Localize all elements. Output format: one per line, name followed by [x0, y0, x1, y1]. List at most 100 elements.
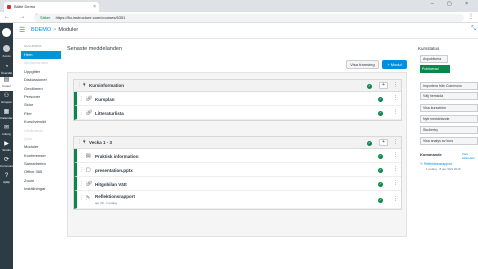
module-item-title[interactable]: Reflektionsrapport: [95, 194, 135, 199]
item-menu-icon[interactable]: ⋮: [393, 109, 398, 115]
global-nav-studio[interactable]: ▶ Studio: [0, 141, 13, 152]
add-item-button[interactable]: +: [379, 82, 388, 89]
browser-menu-icon[interactable]: ⋮: [468, 13, 474, 20]
course-nav-item-diskussioner[interactable]: Diskussioner: [21, 76, 61, 84]
course-nav-item-kursoversikt[interactable]: Kursöversikt: [21, 118, 61, 126]
book-icon: ▤: [3, 77, 10, 83]
upcoming-item[interactable]: ✎Reflektionsrapport: [420, 162, 452, 166]
avatar[interactable]: [3, 45, 10, 52]
published-icon[interactable]: ✓: [378, 110, 383, 116]
published-icon[interactable]: ✓: [367, 83, 372, 89]
course-nav-item-omdomen[interactable]: Omdömen: [21, 85, 61, 93]
module-item[interactable]: ⋮⋮ ✎ Reflektionsrapport apr 30 · 1 poäng…: [74, 191, 401, 209]
course-nav-item-sidor[interactable]: Sidor: [21, 101, 61, 109]
canvas-logo-icon[interactable]: [2, 28, 11, 37]
course-nav-item-office365[interactable]: Office 365: [21, 168, 61, 176]
module-item-title[interactable]: Praktisk information: [95, 154, 139, 159]
upcoming-item-title[interactable]: Reflektionsrapport: [424, 162, 452, 166]
course-nav-item-personer[interactable]: Personer: [21, 93, 61, 101]
add-item-button[interactable]: +: [379, 139, 388, 146]
course-stream-button[interactable]: Visa kursström: [420, 104, 478, 112]
global-nav-label: Studio: [2, 148, 11, 152]
module-item[interactable]: ⋮⋮ 🔗︎ Hitgobilan Vätt ✓ ⋮: [74, 177, 401, 191]
breadcrumb-course[interactable]: BDEMO: [31, 27, 51, 33]
global-nav-hjalp[interactable]: ? Hjälp: [0, 173, 13, 184]
course-nav-item-samarbeten[interactable]: Samarbeten: [21, 160, 61, 168]
module-item-meta: apr 30 · 1 poäng: [95, 201, 118, 205]
module-header[interactable]: ⋮⋮ ▾ Kursinformation ✓ + ⋮: [74, 80, 401, 92]
calendar-link[interactable]: Visa kalendern: [462, 152, 478, 160]
module-item[interactable]: ⋮⋮ 🔗︎ Kursplan ✓ ⋮: [74, 92, 401, 106]
global-nav-kurser[interactable]: ▤ Kurser: [0, 77, 13, 91]
link-icon: 🔗︎: [86, 110, 93, 116]
browser-tab[interactable]: Bätte Demo ×: [4, 2, 99, 12]
course-analytics-button[interactable]: Visa analys av kurs: [420, 137, 478, 145]
course-nav-term: HUVUDSIDA: [24, 44, 42, 48]
global-nav-grupper[interactable]: ⚇ Grupper: [0, 93, 13, 104]
global-nav-label: Översikt: [0, 71, 12, 75]
course-nav-item-utvarderat[interactable]: Utvärderat: [21, 127, 61, 135]
view-progress-button[interactable]: Visa framsteg: [346, 60, 379, 69]
choose-homepage-button[interactable]: Välj hemsida: [420, 92, 478, 100]
global-nav-label: Kalender: [0, 116, 13, 120]
item-menu-icon[interactable]: ⋮: [393, 95, 398, 101]
published-icon[interactable]: ✓: [378, 197, 383, 203]
course-nav-item-quiz[interactable]: Quiz: [21, 135, 61, 143]
module-item-title[interactable]: Hitgobilan Vätt: [95, 182, 127, 187]
global-nav-oversikt[interactable]: ◔ Översikt: [0, 64, 13, 75]
new-announcement-button[interactable]: Nytt meddelande: [420, 115, 478, 123]
global-nav-kalender[interactable]: ▦ Kalender: [0, 109, 13, 120]
published-icon[interactable]: ✓: [367, 140, 372, 146]
window-controls[interactable]: – ▢ ×: [431, 1, 474, 7]
page-header: ☰ BDEMO > Moduler ⤡: [13, 23, 478, 39]
add-module-button[interactable]: + Modul: [382, 60, 407, 69]
unpublish-button[interactable]: Avpublicera: [420, 55, 448, 63]
course-nav-item-konferenser[interactable]: Konferenser: [21, 152, 61, 160]
address-bar: ← → ↻ Säker https://ltu.instructure.com/…: [0, 12, 478, 23]
course-nav-item-zoom[interactable]: Zoom: [21, 177, 61, 185]
course-nav-item-installningar[interactable]: Inställningar: [21, 185, 61, 193]
tab-favicon-icon: [7, 5, 11, 9]
published-icon[interactable]: ✓: [378, 181, 383, 187]
module-item-title[interactable]: Kursplan: [95, 97, 115, 102]
module-name: Kursinformation: [89, 83, 125, 88]
course-nav-item-filer[interactable]: Filer: [21, 110, 61, 118]
global-nav-konto[interactable]: Konto: [0, 54, 13, 58]
import-commons-button[interactable]: Importera från Commons: [420, 82, 478, 90]
item-menu-icon[interactable]: ⋮: [393, 152, 398, 158]
module-menu-icon[interactable]: ⋮: [393, 82, 398, 88]
module-item-title[interactable]: Litteraturlista: [95, 111, 124, 116]
item-menu-icon[interactable]: ⋮: [393, 180, 398, 186]
url-text: https://ltu.instructure.com/courses/6351: [55, 14, 126, 20]
global-nav-inkorg[interactable]: ✉ Inkorg: [0, 125, 13, 136]
attachment-icon: ▢: [86, 167, 91, 173]
course-nav-item-hem[interactable]: Hem: [21, 51, 61, 60]
collapse-caret-icon[interactable]: ▾: [83, 139, 86, 145]
studio-icon: ▶: [4, 141, 9, 147]
module-menu-icon[interactable]: ⋮: [393, 139, 398, 145]
item-menu-icon[interactable]: ⋮: [393, 166, 398, 172]
published-icon[interactable]: ✓: [378, 153, 383, 159]
modules-area: ⋮⋮ ▾ Kursinformation ✓ + ⋮ ⋮⋮ 🔗︎ Kurspla…: [67, 72, 407, 237]
immersive-reader-icon[interactable]: ⤡: [471, 26, 476, 33]
published-button[interactable]: Publicerad: [420, 65, 450, 73]
hamburger-icon[interactable]: ☰: [19, 26, 25, 34]
global-nav-commons[interactable]: ⟳ Commons: [0, 157, 14, 168]
tab-close-icon[interactable]: ×: [93, 2, 96, 12]
collapse-caret-icon[interactable]: ▾: [83, 82, 86, 88]
inbox-icon: ✉: [3, 125, 10, 131]
module-item[interactable]: ⋮⋮ ▢ presentation.pptx ✓ ⋮: [74, 163, 401, 177]
url-field[interactable]: Säker https://ltu.instructure.com/course…: [34, 13, 464, 22]
course-nav-item-moduler[interactable]: Moduler: [21, 143, 61, 151]
upcoming-item-meta: 1 poäng · 8 apr 30/4 2019: [426, 167, 461, 171]
course-nav-item-meddelanden[interactable]: Meddelanden: [21, 59, 61, 67]
module-item[interactable]: ⋮⋮ ▤ Praktisk information ✓ ⋮: [74, 149, 401, 163]
item-menu-icon[interactable]: ⋮: [393, 196, 398, 202]
course-nav-item-uppgifter[interactable]: Uppgifter: [21, 68, 61, 76]
published-icon[interactable]: ✓: [378, 96, 383, 102]
published-icon[interactable]: ✓: [378, 167, 383, 173]
module-item-title[interactable]: presentation.pptx: [95, 168, 133, 173]
module-item[interactable]: ⋮⋮ 🔗︎ Litteraturlista ✓ ⋮: [74, 106, 401, 120]
module-header[interactable]: ⋮⋮ ▾ Vecka 1 - 3 ✓ + ⋮: [74, 137, 401, 149]
student-view-button[interactable]: Studiertry: [420, 126, 478, 134]
